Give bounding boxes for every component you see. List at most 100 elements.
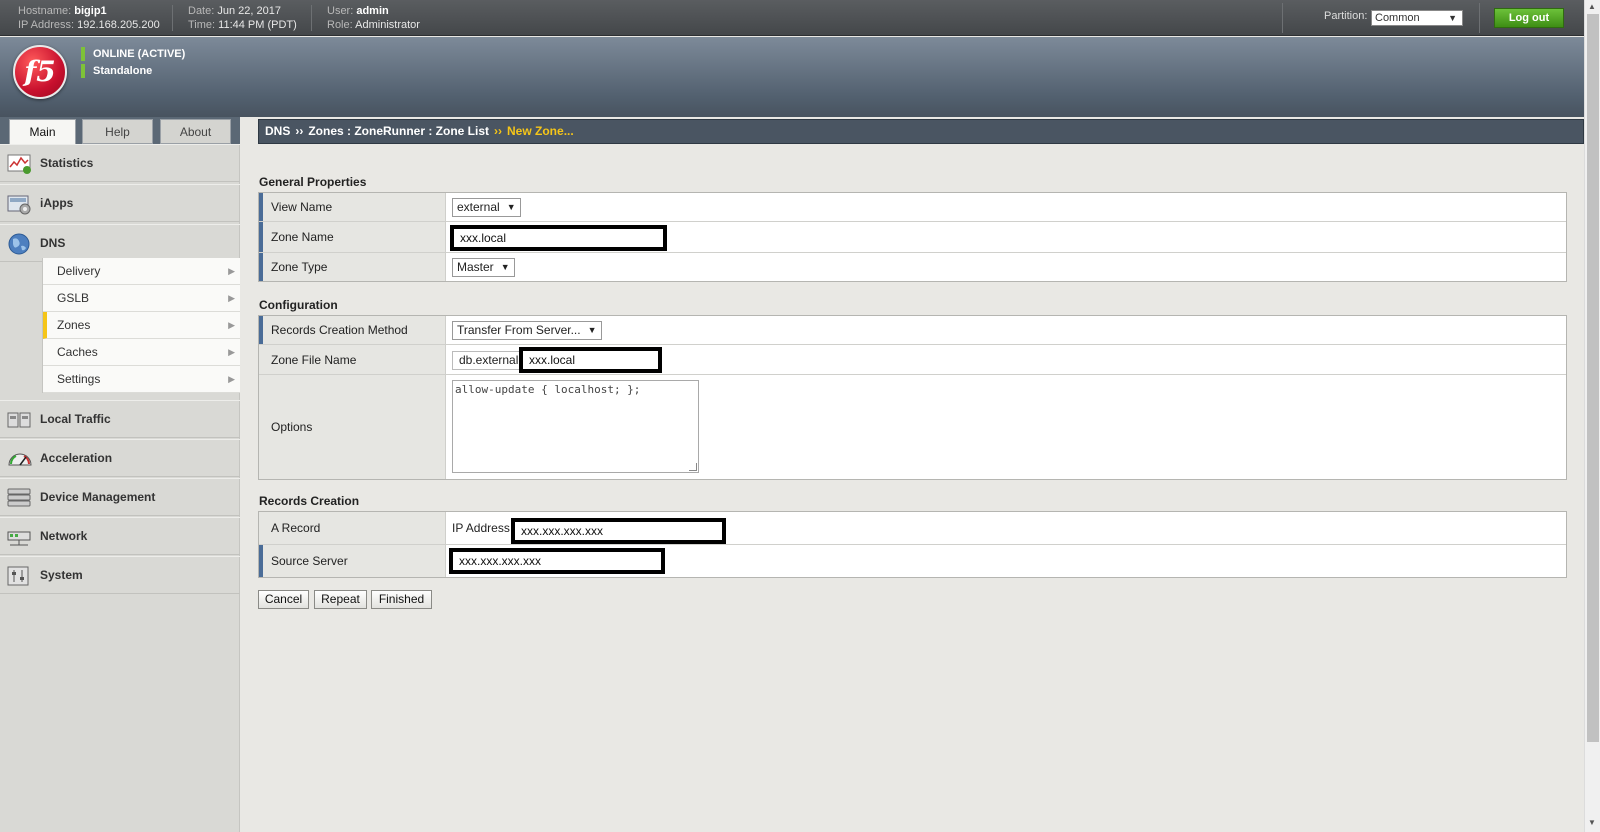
breadcrumb-separator: ›› [494, 124, 503, 138]
subnav-label: Delivery [57, 264, 101, 278]
ip-value: 192.168.205.200 [77, 19, 160, 31]
breadcrumb-separator: ›› [295, 124, 304, 138]
network-icon [7, 531, 31, 546]
partition-value: Common [1375, 12, 1420, 24]
row-zone-type: Zone Type Master ▼ [259, 253, 1566, 281]
ip-address-input[interactable]: xxx.xxx.xxx.xxx [511, 518, 726, 544]
chevron-right-icon: ▶ [228, 293, 235, 303]
cancel-button[interactable]: Cancel [258, 590, 309, 609]
local-traffic-icon [7, 412, 31, 428]
zone-name-input[interactable]: xxx.local [450, 225, 667, 251]
user-info: User: admin Role: Administrator [327, 4, 420, 32]
breadcrumb-zone-list[interactable]: Zones : ZoneRunner : Zone List [308, 124, 489, 138]
divider [311, 5, 312, 31]
row-options: Options allow-update { localhost; }; [259, 375, 1566, 479]
records-method-label: Records Creation Method [259, 316, 446, 344]
sidebar-item-network[interactable]: Network [0, 517, 240, 555]
breadcrumb-current: New Zone... [507, 124, 574, 138]
time-value: 11:44 PM (PDT) [218, 19, 297, 31]
subnav-item-gslb[interactable]: GSLB ▶ [43, 285, 240, 312]
tab-help[interactable]: Help [82, 119, 153, 144]
globe-icon [8, 233, 30, 255]
subnav-label: Caches [57, 345, 98, 359]
tab-about[interactable]: About [160, 119, 231, 144]
view-name-label: View Name [259, 193, 446, 221]
date-value: Jun 22, 2017 [217, 5, 281, 17]
hostname-label: Hostname: [18, 5, 72, 17]
sidebar-item-dns[interactable]: DNS [0, 224, 240, 262]
breadcrumb-dns[interactable]: DNS [265, 124, 290, 138]
sidebar-item-label: Local Traffic [40, 412, 111, 426]
sidebar-item-system[interactable]: System [0, 556, 240, 594]
subnav-item-zones[interactable]: Zones ▶ [43, 312, 240, 339]
records-method-select[interactable]: Transfer From Server... ▼ [452, 320, 602, 340]
sidebar-item-iapps[interactable]: iApps [0, 184, 240, 222]
chevron-down-icon: ▼ [1448, 13, 1457, 23]
ip-label: IP Address: [18, 19, 75, 31]
view-name-select[interactable]: external ▼ [452, 197, 521, 217]
partition-label: Partition: [1324, 10, 1368, 22]
view-name-value: external [457, 199, 500, 214]
chevron-right-icon: ▶ [228, 374, 235, 384]
sidebar-item-label: System [40, 568, 83, 582]
sidebar-item-acceleration[interactable]: Acceleration [0, 439, 240, 477]
scroll-down-icon[interactable]: ▼ [1588, 818, 1596, 827]
partition-select[interactable]: Common ▼ [1371, 10, 1463, 26]
chevron-right-icon: ▶ [228, 347, 235, 357]
a-record-cell: IP Address xxx.xxx.xxx.xxx [447, 512, 1566, 544]
options-cell: allow-update { localhost; }; [447, 375, 1566, 479]
source-server-label: Source Server [259, 545, 446, 577]
sidebar-item-label: Statistics [40, 156, 94, 170]
row-zone-file-name: Zone File Name db.external. xxx.local [259, 345, 1566, 375]
subnav-label: Settings [57, 372, 101, 386]
logout-button[interactable]: Log out [1494, 8, 1564, 28]
tab-main[interactable]: Main [9, 119, 76, 145]
row-source-server: Source Server xxx.xxx.xxx.xxx [259, 545, 1566, 577]
finished-button[interactable]: Finished [371, 590, 432, 609]
resize-grip-icon[interactable] [689, 463, 697, 471]
zone-file-label: Zone File Name [259, 345, 446, 374]
chevron-right-icon: ▶ [228, 320, 235, 330]
source-server-input[interactable]: xxx.xxx.xxx.xxx [449, 548, 665, 574]
divider [1479, 3, 1480, 33]
main-content: General Properties View Name external ▼ Z… [240, 144, 1584, 832]
user-label: User: [327, 5, 354, 17]
vertical-scrollbar[interactable]: ▲ ▼ [1584, 0, 1600, 832]
chevron-right-icon: ▶ [228, 266, 235, 276]
repeat-button[interactable]: Repeat [314, 590, 367, 609]
divider [172, 5, 173, 31]
zone-type-select[interactable]: Master ▼ [452, 257, 515, 277]
row-a-record: A Record IP Address xxx.xxx.xxx.xxx [259, 512, 1566, 545]
user-value: admin [356, 5, 389, 17]
source-server-cell: xxx.xxx.xxx.xxx [447, 545, 1566, 577]
options-label: Options [259, 375, 446, 479]
sidebar-item-label: Acceleration [40, 451, 113, 465]
section-title-configuration: Configuration [259, 298, 338, 312]
subnav-item-settings[interactable]: Settings ▶ [43, 366, 240, 393]
subnav-item-delivery[interactable]: Delivery ▶ [43, 258, 240, 285]
zone-file-input[interactable]: xxx.local [519, 347, 662, 373]
subnav-label: Zones [57, 318, 91, 332]
sidebar-item-label: iApps [40, 196, 74, 210]
zone-name-cell: xxx.local [447, 222, 1566, 252]
subnav-item-caches[interactable]: Caches ▶ [43, 339, 240, 366]
zone-file-cell: db.external. xxx.local [447, 345, 1566, 374]
chevron-down-icon: ▼ [500, 261, 510, 272]
datetime-info: Date: Jun 22, 2017 Time: 11:44 PM (PDT) [188, 4, 297, 32]
a-record-label: A Record [259, 512, 446, 544]
sidebar-item-device-management[interactable]: Device Management [0, 478, 240, 516]
records-method-cell: Transfer From Server... ▼ [447, 316, 1566, 344]
f5-logo: f5 [13, 45, 67, 99]
sidebar-item-local-traffic[interactable]: Local Traffic [0, 400, 240, 438]
sidebar-item-statistics[interactable]: Statistics [0, 144, 240, 182]
status-mode: Standalone [81, 64, 152, 78]
time-label: Time: [188, 19, 216, 31]
host-info: Hostname: bigip1 IP Address: 192.168.205… [18, 4, 160, 32]
options-textarea[interactable]: allow-update { localhost; }; [452, 380, 699, 473]
statistics-icon [7, 154, 31, 174]
scroll-up-icon[interactable]: ▲ [1588, 2, 1596, 11]
scroll-thumb[interactable] [1587, 14, 1599, 742]
status-online: ONLINE (ACTIVE) [81, 47, 185, 61]
system-icon [7, 566, 29, 586]
zone-type-value: Master [457, 259, 494, 274]
